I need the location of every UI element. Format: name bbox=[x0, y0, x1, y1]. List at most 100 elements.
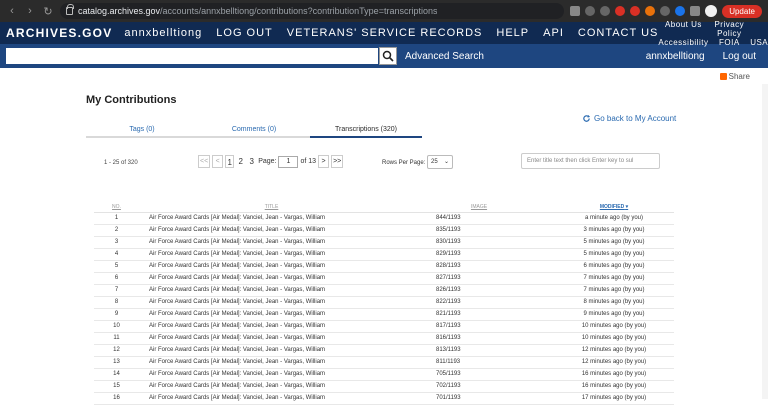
back-icon[interactable]: ‹ bbox=[6, 5, 18, 18]
reload-icon[interactable]: ↻ bbox=[42, 5, 54, 18]
row-title-link[interactable]: Air Force Award Cards [Air Medal]: Vanci… bbox=[139, 212, 404, 225]
forward-icon[interactable]: › bbox=[24, 5, 36, 18]
refresh-icon bbox=[583, 115, 591, 122]
row-modified: 10 minutes ago (by you) bbox=[554, 332, 674, 345]
row-number: 6 bbox=[94, 272, 139, 285]
util-usagov[interactable]: USA.gov bbox=[750, 38, 768, 47]
page-number[interactable]: 3 bbox=[247, 155, 256, 168]
url-text: catalog.archives.gov/accounts/annxbellti… bbox=[78, 6, 437, 16]
row-image-link[interactable]: 811/1193 bbox=[404, 356, 554, 369]
row-image-link[interactable]: 844/1193 bbox=[404, 212, 554, 225]
row-image-link[interactable]: 828/1193 bbox=[404, 260, 554, 273]
row-image-link[interactable]: 821/1193 bbox=[404, 308, 554, 321]
result-range: 1 - 25 of 320 bbox=[104, 160, 138, 166]
row-modified: 3 minutes ago (by you) bbox=[554, 224, 674, 237]
row-title-link[interactable]: Air Force Award Cards [Air Medal]: Vanci… bbox=[139, 368, 404, 381]
extension-blue-icon[interactable] bbox=[675, 6, 686, 16]
table-row: 16 Air Force Award Cards [Air Medal]: Van… bbox=[94, 392, 674, 405]
row-title-link[interactable]: Air Force Award Cards [Air Medal]: Vanci… bbox=[139, 248, 404, 261]
row-title-link[interactable]: Air Force Award Cards [Air Medal]: Vanci… bbox=[139, 236, 404, 249]
tab-transcriptions[interactable]: Transcriptions (320) bbox=[310, 124, 422, 138]
tab-tags[interactable]: Tags (0) bbox=[86, 124, 198, 136]
nav-api[interactable]: API bbox=[543, 27, 564, 39]
row-image-link[interactable]: 813/1193 bbox=[404, 344, 554, 357]
page-input[interactable]: 1 bbox=[278, 155, 299, 168]
page-of-text: of 13 bbox=[300, 158, 317, 165]
share-button[interactable]: Share bbox=[719, 72, 750, 81]
row-title-link[interactable]: Air Force Award Cards [Air Medal]: Vanci… bbox=[139, 284, 404, 297]
row-image-link[interactable]: 827/1193 bbox=[404, 272, 554, 285]
prev-page-button[interactable]: < bbox=[212, 155, 224, 168]
row-image-link[interactable]: 817/1193 bbox=[404, 320, 554, 333]
last-page-button[interactable]: >> bbox=[331, 155, 344, 168]
nav-username[interactable]: annxbelltiong bbox=[124, 27, 202, 39]
row-title-link[interactable]: Air Force Award Cards [Air Medal]: Vanci… bbox=[139, 224, 404, 237]
next-page-button[interactable]: > bbox=[318, 155, 330, 168]
username-link[interactable]: annxbelltiong bbox=[646, 51, 705, 62]
extensions: Update bbox=[570, 4, 762, 18]
row-title-link[interactable]: Air Force Award Cards [Air Medal]: Vanci… bbox=[139, 260, 404, 273]
contribution-tabs: Tags (0) Comments (0) Transcriptions (32… bbox=[86, 124, 422, 138]
row-image-link[interactable]: 822/1193 bbox=[404, 296, 554, 309]
row-title-link[interactable]: Air Force Award Cards [Air Medal]: Vanci… bbox=[139, 296, 404, 309]
row-title-link[interactable]: Air Force Award Cards [Air Medal]: Vanci… bbox=[139, 332, 404, 345]
row-title-link[interactable]: Air Force Award Cards [Air Medal]: Vanci… bbox=[139, 308, 404, 321]
util-foia[interactable]: FOIA bbox=[714, 38, 744, 47]
row-image-link[interactable]: 816/1193 bbox=[404, 332, 554, 345]
col-modified[interactable]: MODIFIED ▾ bbox=[554, 202, 674, 213]
util-about[interactable]: About Us bbox=[658, 20, 708, 38]
puzzle-icon[interactable] bbox=[690, 6, 701, 16]
col-title[interactable]: TITLE bbox=[139, 202, 404, 213]
nav-veterans-records[interactable]: VETERANS' SERVICE RECORDS bbox=[287, 27, 483, 39]
rows-per-page-select[interactable]: 25 ⌄ bbox=[427, 155, 453, 169]
profile-icon[interactable] bbox=[705, 5, 718, 17]
page-number[interactable]: 1 bbox=[225, 155, 235, 168]
row-image-link[interactable]: 705/1193 bbox=[404, 368, 554, 381]
row-image-link[interactable]: 835/1193 bbox=[404, 224, 554, 237]
go-back-link[interactable]: Go back to My Account bbox=[582, 114, 676, 123]
row-title-link[interactable]: Air Force Award Cards [Air Medal]: Vanci… bbox=[139, 392, 404, 405]
extension-orange-icon[interactable] bbox=[645, 6, 656, 16]
extension-gray-icon[interactable] bbox=[660, 6, 671, 16]
go-back-label: Go back to My Account bbox=[594, 114, 677, 123]
extension-red-icon[interactable] bbox=[615, 6, 626, 16]
key-icon[interactable] bbox=[585, 6, 596, 16]
row-title-link[interactable]: Air Force Award Cards [Air Medal]: Vanci… bbox=[139, 356, 404, 369]
nav-help[interactable]: HELP bbox=[496, 27, 529, 39]
update-button[interactable]: Update bbox=[722, 4, 762, 18]
address-bar[interactable]: catalog.archives.gov/accounts/annxbellti… bbox=[60, 3, 565, 19]
row-title-link[interactable]: Air Force Award Cards [Air Medal]: Vanci… bbox=[139, 320, 404, 333]
title-filter-input[interactable]: Enter title text then click Enter key to… bbox=[521, 153, 660, 169]
col-no[interactable]: NO. bbox=[94, 202, 139, 213]
row-title-link[interactable]: Air Force Award Cards [Air Medal]: Vanci… bbox=[139, 380, 404, 393]
row-image-link[interactable]: 829/1193 bbox=[404, 248, 554, 261]
table-row: 7 Air Force Award Cards [Air Medal]: Vanc… bbox=[94, 284, 674, 297]
logout-link[interactable]: Log out bbox=[723, 51, 756, 62]
star-icon[interactable] bbox=[600, 6, 611, 16]
col-image[interactable]: IMAGE bbox=[404, 202, 554, 213]
row-number: 13 bbox=[94, 356, 139, 369]
nav-logout[interactable]: LOG OUT bbox=[216, 27, 273, 39]
table-row: 11 Air Force Award Cards [Air Medal]: Van… bbox=[94, 332, 674, 345]
scrollbar[interactable] bbox=[762, 84, 768, 399]
first-page-button[interactable]: << bbox=[198, 155, 211, 168]
table-row: 3 Air Force Award Cards [Air Medal]: Vanc… bbox=[94, 236, 674, 249]
search-input[interactable] bbox=[6, 48, 378, 64]
extension-badge-icon[interactable] bbox=[630, 6, 641, 16]
row-image-link[interactable]: 826/1193 bbox=[404, 284, 554, 297]
row-image-link[interactable]: 701/1193 bbox=[404, 392, 554, 405]
util-privacy[interactable]: Privacy Policy bbox=[714, 20, 744, 38]
advanced-search-link[interactable]: Advanced Search bbox=[405, 51, 484, 62]
row-image-link[interactable]: 830/1193 bbox=[404, 236, 554, 249]
row-title-link[interactable]: Air Force Award Cards [Air Medal]: Vanci… bbox=[139, 272, 404, 285]
nav-contact[interactable]: CONTACT US bbox=[578, 27, 659, 39]
site-logo[interactable]: ARCHIVES.GOV bbox=[6, 26, 112, 40]
search-button[interactable] bbox=[379, 47, 397, 65]
screenshot-icon[interactable] bbox=[570, 6, 581, 16]
row-image-link[interactable]: 702/1193 bbox=[404, 380, 554, 393]
page-number[interactable]: 2 bbox=[236, 155, 245, 168]
row-modified: 12 minutes ago (by you) bbox=[554, 344, 674, 357]
tab-comments[interactable]: Comments (0) bbox=[198, 124, 310, 136]
util-accessibility[interactable]: Accessibility bbox=[658, 38, 708, 47]
row-title-link[interactable]: Air Force Award Cards [Air Medal]: Vanci… bbox=[139, 344, 404, 357]
